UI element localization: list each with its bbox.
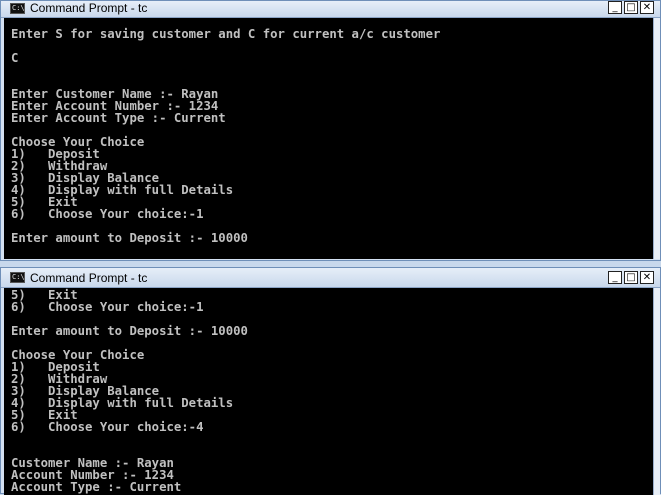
console-line: 6) Choose Your choice:-4 [11, 420, 204, 434]
window-controls: _ □ ✕ [606, 1, 654, 15]
minimize-button[interactable]: _ [608, 1, 622, 14]
console-line: Enter amount to Deposit :- 10000 [11, 231, 248, 245]
title-bar[interactable]: C:\ Command Prompt - tc _ □ ✕ [1, 1, 660, 18]
close-button[interactable]: ✕ [640, 271, 654, 284]
console-line: Account Type :- Current [11, 480, 182, 494]
maximize-button[interactable]: □ [624, 1, 638, 14]
command-prompt-window-2: C:\ Command Prompt - tc _ □ ✕ 5) Exit 6)… [0, 267, 661, 495]
vertical-scrollbar[interactable] [653, 18, 660, 259]
minimize-button[interactable]: _ [608, 271, 622, 284]
window-title: Command Prompt - tc [30, 271, 148, 285]
console-line: Enter S for saving customer and C for cu… [11, 27, 441, 41]
window-title: Command Prompt - tc [30, 1, 148, 15]
console-output[interactable]: Enter S for saving customer and C for cu… [4, 18, 653, 259]
close-button[interactable]: ✕ [640, 1, 654, 14]
title-bar[interactable]: C:\ Command Prompt - tc _ □ ✕ [1, 268, 660, 288]
cmd-icon[interactable]: C:\ [10, 272, 25, 283]
console-line: Enter amount to Deposit :- 10000 [11, 324, 248, 338]
vertical-scrollbar[interactable] [653, 288, 660, 495]
command-prompt-window-1: C:\ Command Prompt - tc _ □ ✕ Enter S fo… [0, 0, 661, 261]
window-controls: _ □ ✕ [606, 271, 654, 285]
console-line: 6) Choose Your choice:-1 [11, 300, 204, 314]
console-output[interactable]: 5) Exit 6) Choose Your choice:-1 Enter a… [4, 288, 653, 495]
console-line: 6) Choose Your choice:-1 [11, 207, 204, 221]
console-line: Enter Account Type :- Current [11, 111, 226, 125]
console-line: C [11, 51, 19, 65]
cmd-icon[interactable]: C:\ [10, 3, 25, 14]
maximize-button[interactable]: □ [624, 271, 638, 284]
